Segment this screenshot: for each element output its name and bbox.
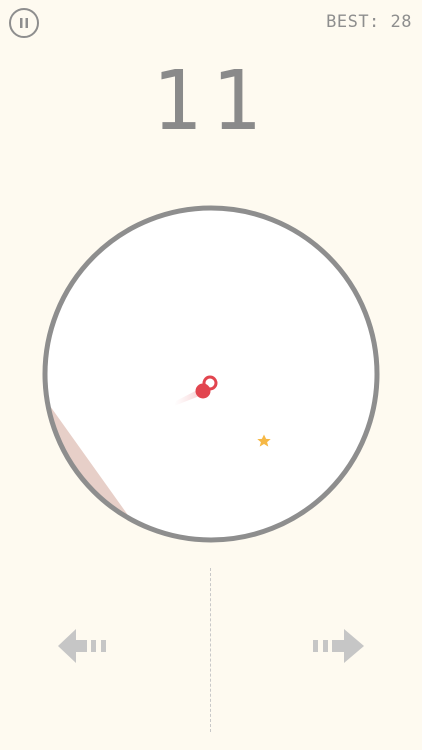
ball	[195, 383, 211, 399]
game-screen: BEST: 28 11	[0, 0, 422, 750]
screen-divider	[210, 568, 211, 732]
arrow-left-icon[interactable]	[56, 626, 112, 666]
arrow-right-icon[interactable]	[310, 626, 366, 666]
